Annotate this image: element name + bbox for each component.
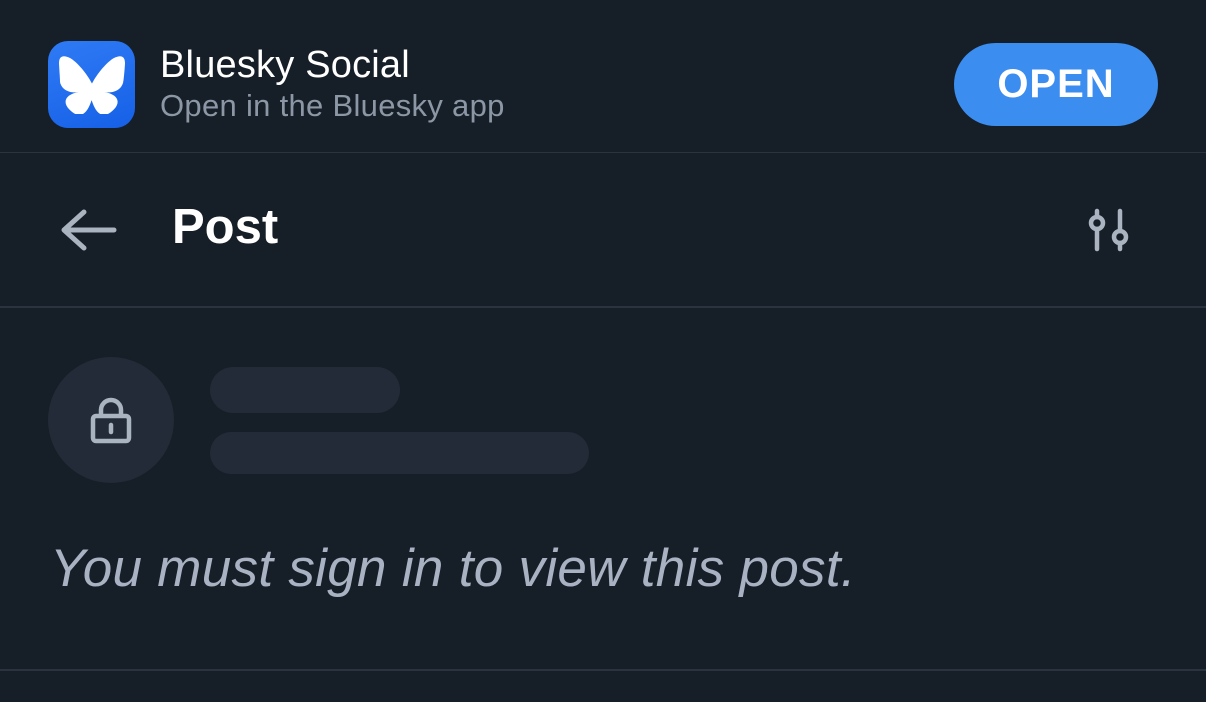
open-button[interactable]: OPEN [954,43,1158,126]
avatar [48,357,174,483]
arrow-left-icon [61,209,117,251]
butterfly-icon [58,55,125,114]
sliders-icon [1088,208,1129,252]
screen: Bluesky Social Open in the Bluesky app O… [0,0,1206,702]
back-button[interactable] [56,205,120,255]
post-header: Post [0,153,1206,308]
sign-in-required-message: You must sign in to view this post. [50,539,856,598]
page-title: Post [172,200,279,254]
app-subtitle: Open in the Bluesky app [160,88,505,123]
handle-placeholder [210,432,589,474]
filter-button[interactable] [1083,205,1135,255]
locked-post: You must sign in to view this post. [0,308,1206,671]
name-placeholder [210,367,400,413]
app-name: Bluesky Social [160,44,410,86]
lock-icon [90,397,132,444]
app-icon[interactable] [48,41,135,128]
app-install-banner: Bluesky Social Open in the Bluesky app O… [0,0,1206,153]
